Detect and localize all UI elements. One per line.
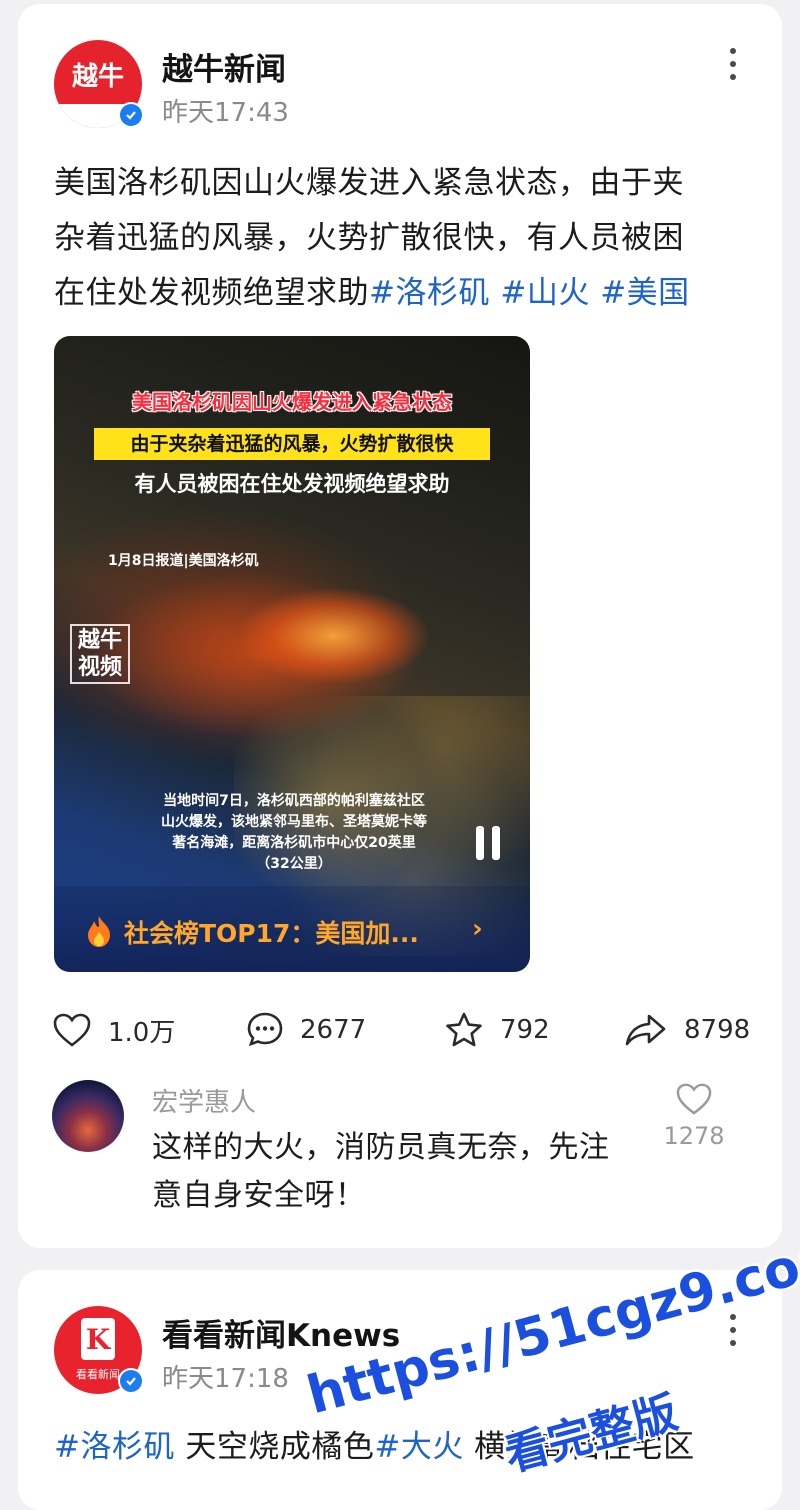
fire-icon	[88, 916, 110, 947]
video-date-label: 1月8日报道|美国洛杉矶	[108, 553, 259, 569]
post-text-line: 在住处发视频绝望求助	[54, 275, 369, 311]
hot-rank-bar[interactable]: 社会榜TOP17：美国加... ›	[54, 886, 530, 972]
post-text-line: 美国洛杉矶因山火爆发进入紧急状态，由于夹	[54, 165, 684, 201]
favorite-button[interactable]: 792	[444, 1010, 550, 1050]
comment-button[interactable]: 2677	[246, 1010, 366, 1050]
hashtag-link[interactable]: #大火	[374, 1429, 463, 1465]
hashtag-link[interactable]: #美国	[600, 275, 689, 311]
star-icon	[446, 1012, 482, 1047]
more-options-icon[interactable]	[728, 1314, 738, 1354]
share-icon	[625, 1014, 666, 1046]
commenter-avatar[interactable]	[52, 1080, 124, 1152]
comment-like-button[interactable]: 1278	[658, 1082, 730, 1150]
commenter-name[interactable]: 宏学惠人	[152, 1082, 256, 1119]
author-name[interactable]: 看看新闻Knews	[162, 1310, 400, 1355]
hashtag-link[interactable]: #山火	[500, 275, 589, 311]
post-text-segment: 天空烧成橘色	[174, 1429, 375, 1465]
pause-icon[interactable]	[476, 826, 510, 862]
like-button[interactable]: 1.0万	[52, 1010, 175, 1050]
verified-icon	[118, 1368, 144, 1394]
post-card: 越牛 越牛新闻 昨天17:43 美国洛杉矶因山火爆发进入紧急状态，由于夹 杂着迅…	[18, 4, 782, 1248]
comment-icon	[247, 1012, 283, 1047]
favorite-count: 792	[500, 1015, 550, 1045]
comment-text: 这样的大火，消防员真无奈，先注意自身安全呀！	[152, 1130, 610, 1213]
avatar-logo-text: 越牛	[71, 62, 124, 92]
heart-icon	[676, 1083, 712, 1115]
comment-like-count: 1278	[663, 1122, 725, 1150]
post-time: 昨天17:18	[162, 1364, 289, 1394]
hashtag-link[interactable]: #洛杉矶	[369, 275, 490, 311]
hot-rank-text: 社会榜TOP17：美国加...	[124, 919, 419, 948]
post-text: 美国洛杉矶因山火爆发进入紧急状态，由于夹 杂着迅猛的风暴，火势扩散很快，有人员被…	[54, 156, 754, 321]
post-text-line: 杂着迅猛的风暴，火势扩散很快，有人员被困	[54, 220, 684, 256]
heart-icon	[53, 1013, 91, 1047]
author-name[interactable]: 越牛新闻	[162, 44, 286, 89]
share-count: 8798	[684, 1015, 751, 1045]
video-caption: 当地时间7日，洛杉矶西部的帕利塞兹社区 山火爆发，该地紧邻马里布、圣塔莫妮卡等 …	[161, 793, 427, 872]
verified-icon	[118, 102, 144, 128]
comment-count: 2677	[300, 1015, 367, 1045]
video-title-red: 美国洛杉矶因山火爆发进入紧急状态	[132, 390, 452, 414]
chevron-right-icon: ›	[472, 914, 483, 944]
video-title-white: 有人员被困在住处发视频绝望求助	[134, 472, 450, 496]
video-title-yellow: 由于夹杂着迅猛的风暴，火势扩散很快	[94, 428, 490, 460]
video-player[interactable]: 美国洛杉矶因山火爆发进入紧急状态 由于夹杂着迅猛的风暴，火势扩散很快 有人员被困…	[54, 336, 530, 972]
hashtag-link[interactable]: #洛杉矶	[54, 1429, 175, 1465]
video-channel-logo: 越牛 视频	[70, 624, 130, 684]
like-count: 1.0万	[108, 1017, 176, 1048]
share-button[interactable]: 8798	[624, 1010, 750, 1050]
more-options-icon[interactable]	[728, 48, 738, 88]
post-time: 昨天17:43	[162, 98, 289, 128]
